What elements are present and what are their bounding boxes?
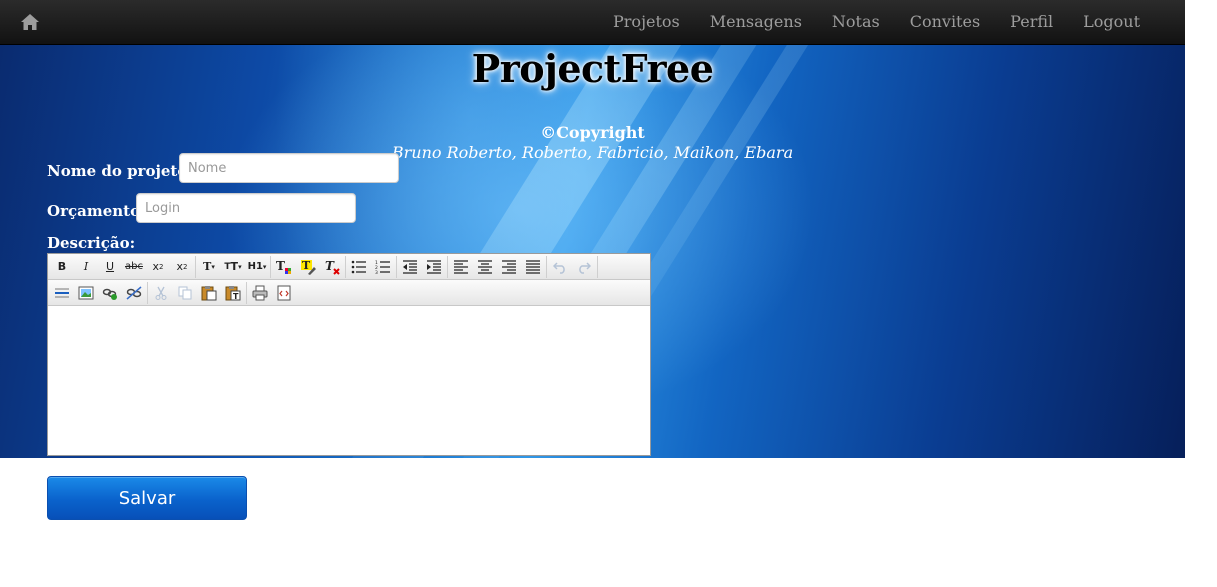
align-right-icon[interactable]	[497, 256, 521, 278]
text-color-icon[interactable]: T	[272, 256, 296, 278]
project-name-input[interactable]	[179, 153, 399, 183]
paste-text-icon[interactable]: T	[221, 282, 245, 304]
description-label: Descrição:	[47, 234, 136, 252]
svg-text:T: T	[302, 259, 311, 272]
horizontal-rule-icon[interactable]	[50, 282, 74, 304]
subscript-button[interactable]: x2	[146, 256, 170, 278]
nav-links: Projetos Mensagens Notas Convites Perfil…	[598, 0, 1155, 45]
bulleted-list-icon[interactable]	[347, 256, 371, 278]
nav-notas[interactable]: Notas	[817, 0, 895, 45]
image-icon[interactable]	[74, 282, 98, 304]
paste-icon[interactable]	[197, 282, 221, 304]
svg-text:T: T	[325, 259, 335, 273]
editor-toolbar-row-2: T	[48, 280, 650, 306]
copy-icon[interactable]	[173, 282, 197, 304]
undo-icon[interactable]	[548, 256, 572, 278]
budget-input[interactable]	[136, 193, 356, 223]
font-size-dropdown[interactable]: T T ▾	[221, 256, 245, 278]
indent-icon[interactable]	[422, 256, 446, 278]
home-icon[interactable]	[20, 12, 40, 32]
nav-logout[interactable]: Logout	[1068, 0, 1155, 45]
italic-button[interactable]: I	[74, 256, 98, 278]
description-editor: B I U abc x2 x2 T▾ TT▾ H1▾ T T T 123	[47, 253, 651, 456]
redo-icon[interactable]	[572, 256, 596, 278]
authors-text: Bruno Roberto, Roberto, Fabricio, Maikon…	[391, 143, 794, 162]
svg-text:3: 3	[375, 270, 378, 274]
project-name-label: Nome do projeto:	[47, 162, 193, 180]
source-code-icon[interactable]	[272, 282, 296, 304]
copyright-text: ©Copyright	[540, 123, 645, 142]
page-title: ProjectFree	[471, 46, 714, 91]
heading-dropdown[interactable]: H1 ▾	[245, 256, 269, 278]
editor-text-area[interactable]	[48, 306, 650, 455]
numbered-list-icon[interactable]: 123	[371, 256, 395, 278]
svg-text:T: T	[276, 259, 285, 273]
save-button[interactable]: Salvar	[47, 476, 247, 520]
nav-projetos[interactable]: Projetos	[598, 0, 695, 45]
svg-text:T: T	[233, 292, 239, 301]
background-color-icon[interactable]: T	[296, 256, 320, 278]
align-left-icon[interactable]	[449, 256, 473, 278]
superscript-button[interactable]: x2	[170, 256, 194, 278]
navbar: Projetos Mensagens Notas Convites Perfil…	[0, 0, 1185, 45]
outdent-icon[interactable]	[398, 256, 422, 278]
strikethrough-button[interactable]: abc	[122, 256, 146, 278]
unlink-icon[interactable]	[122, 282, 146, 304]
budget-label: Orçamento:	[47, 202, 146, 220]
nav-convites[interactable]: Convites	[895, 0, 995, 45]
cut-icon[interactable]	[149, 282, 173, 304]
nav-perfil[interactable]: Perfil	[995, 0, 1068, 45]
underline-button[interactable]: U	[98, 256, 122, 278]
bold-button[interactable]: B	[50, 256, 74, 278]
remove-format-icon[interactable]: T	[320, 256, 344, 278]
align-center-icon[interactable]	[473, 256, 497, 278]
link-icon[interactable]	[98, 282, 122, 304]
editor-toolbar-row-1: B I U abc x2 x2 T ▾ T T ▾ H1 ▾ T T T 123	[48, 254, 650, 280]
print-icon[interactable]	[248, 282, 272, 304]
justify-icon[interactable]	[521, 256, 545, 278]
font-family-dropdown[interactable]: T ▾	[197, 256, 221, 278]
nav-mensagens[interactable]: Mensagens	[695, 0, 817, 45]
